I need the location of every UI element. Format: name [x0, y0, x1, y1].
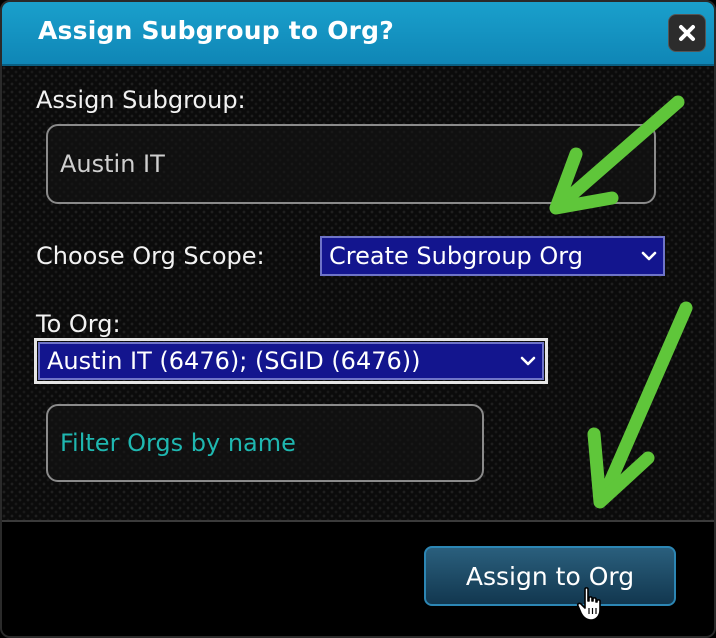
- hand-pointer-icon: [576, 587, 601, 621]
- dialog-titlebar: Assign Subgroup to Org?: [2, 2, 714, 66]
- assign-subgroup-field[interactable]: Austin IT: [46, 124, 656, 204]
- green-arrow-icon: [587, 301, 693, 509]
- chevron-down-icon: [520, 356, 536, 366]
- org-scope-label: Choose Org Scope:: [36, 242, 265, 270]
- assign-subgroup-value: Austin IT: [60, 150, 165, 178]
- assign-subgroup-dialog: Assign Subgroup to Org? Assign Subgroup:…: [0, 0, 716, 638]
- close-button[interactable]: [668, 14, 706, 52]
- filter-orgs-input[interactable]: Filter Orgs by name: [46, 404, 484, 482]
- assign-to-org-button[interactable]: Assign to Org: [424, 546, 676, 606]
- to-org-selected: Austin IT (6476); (SGID (6476)): [47, 347, 421, 375]
- chevron-down-icon: [641, 251, 657, 261]
- to-org-label: To Org:: [36, 310, 121, 338]
- filter-orgs-placeholder: Filter Orgs by name: [60, 429, 296, 457]
- org-scope-selected: Create Subgroup Org: [329, 242, 583, 270]
- to-org-select[interactable]: Austin IT (6476); (SGID (6476)): [34, 338, 548, 384]
- org-scope-select[interactable]: Create Subgroup Org: [320, 236, 665, 276]
- dialog-title: Assign Subgroup to Org?: [38, 16, 394, 45]
- close-icon: [679, 25, 695, 41]
- assign-to-org-label: Assign to Org: [465, 561, 635, 591]
- assign-subgroup-label: Assign Subgroup:: [36, 86, 246, 114]
